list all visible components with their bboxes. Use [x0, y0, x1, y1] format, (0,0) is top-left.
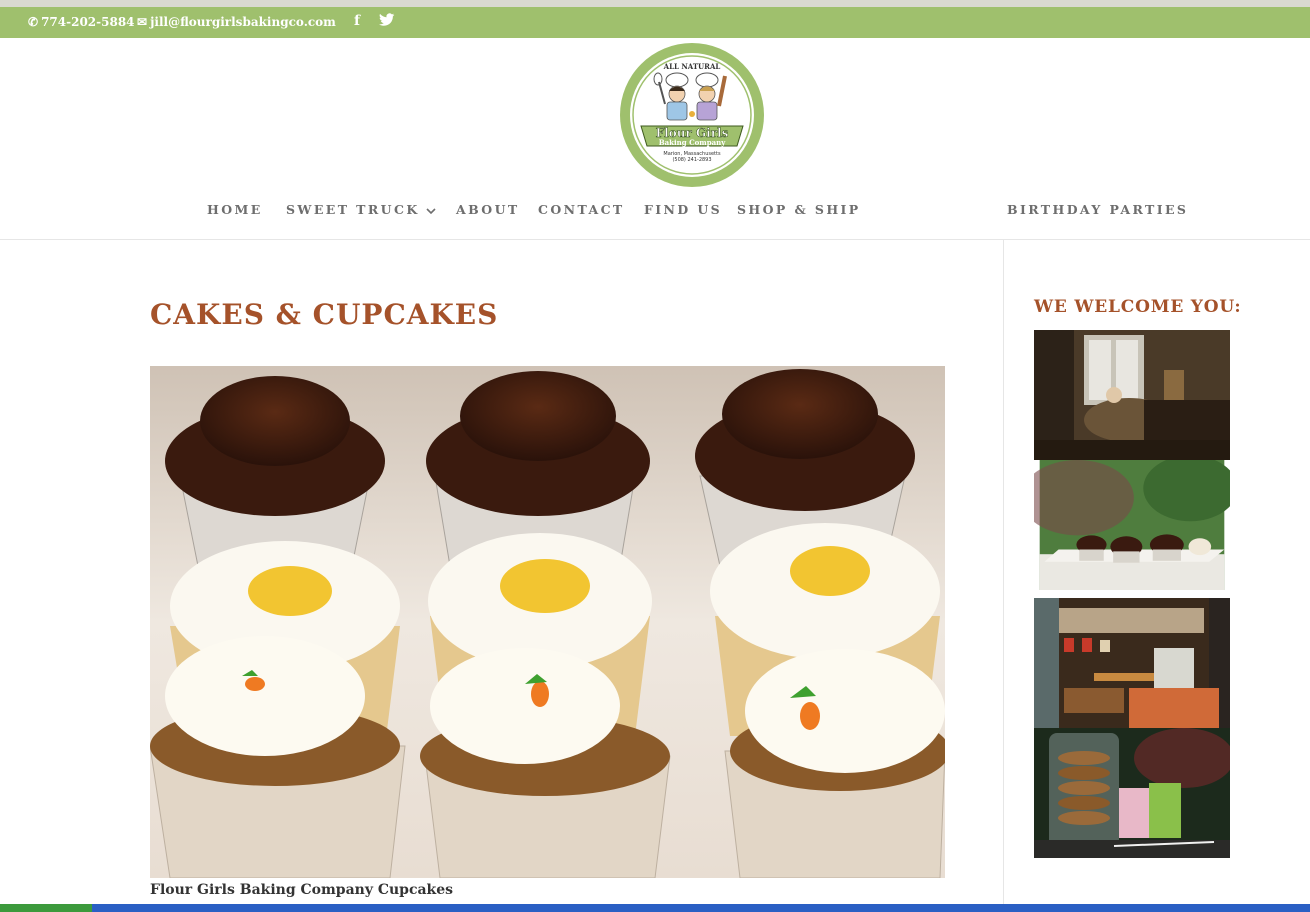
os-taskbar: [0, 904, 1310, 912]
nav-shop-ship[interactable]: SHOP & SHIP: [737, 202, 861, 217]
nav-find-us[interactable]: FIND US: [644, 202, 722, 217]
cupcakes-photo: [150, 366, 945, 878]
phone-number: 774-202-5884: [41, 15, 135, 29]
phone-icon: ✆: [28, 15, 39, 29]
nav-contact[interactable]: CONTACT: [538, 202, 625, 217]
sidebar-photo-cupcakes[interactable]: [1034, 460, 1230, 590]
chevron-down-icon: [426, 207, 436, 214]
nav-about[interactable]: ABOUT: [456, 202, 520, 217]
logo-top-text: ALL NATURAL: [663, 62, 721, 71]
envelope-icon: ✉: [137, 15, 148, 29]
sidebar-divider: [1003, 240, 1004, 912]
sidebar-photo-lounge[interactable]: [1034, 330, 1230, 460]
browser-chrome-strip: [0, 0, 1310, 7]
image-caption: Flour Girls Baking Company Cupcakes: [150, 882, 454, 898]
sidebar-title: WE WELCOME YOU:: [1034, 297, 1242, 317]
logo-phone: (508) 241-2893: [672, 157, 711, 163]
nav-birthday-parties[interactable]: BIRTHDAY PARTIES: [1007, 202, 1188, 217]
main-navigation: HOME SWEET TRUCK ABOUT CONTACT FIND US S…: [0, 202, 1310, 222]
email-link[interactable]: ✉ jill@flourgirlsbakingco.com: [137, 15, 336, 29]
flour-girls-logo[interactable]: Flour Girls Baking Company ALL NATURAL M…: [619, 42, 765, 188]
header-divider: [0, 239, 1310, 240]
twitter-icon[interactable]: [379, 13, 395, 27]
page-title: CAKES & CUPCAKES: [150, 298, 499, 331]
sidebar-photo-cafe[interactable]: [1034, 598, 1230, 728]
facebook-icon[interactable]: f: [354, 13, 360, 29]
nav-sweet-truck-label: SWEET TRUCK: [286, 202, 420, 217]
nav-home[interactable]: HOME: [207, 202, 263, 217]
start-button[interactable]: [0, 904, 92, 912]
top-contact-bar: ✆ 774-202-5884 ✉ jill@flourgirlsbakingco…: [0, 7, 1310, 38]
email-address: jill@flourgirlsbakingco.com: [150, 15, 336, 29]
nav-sweet-truck[interactable]: SWEET TRUCK: [286, 202, 436, 217]
logo-name-line2: Baking Company: [659, 138, 727, 147]
sidebar-photo-cookies[interactable]: [1034, 728, 1230, 858]
phone-link[interactable]: ✆ 774-202-5884: [28, 15, 135, 29]
